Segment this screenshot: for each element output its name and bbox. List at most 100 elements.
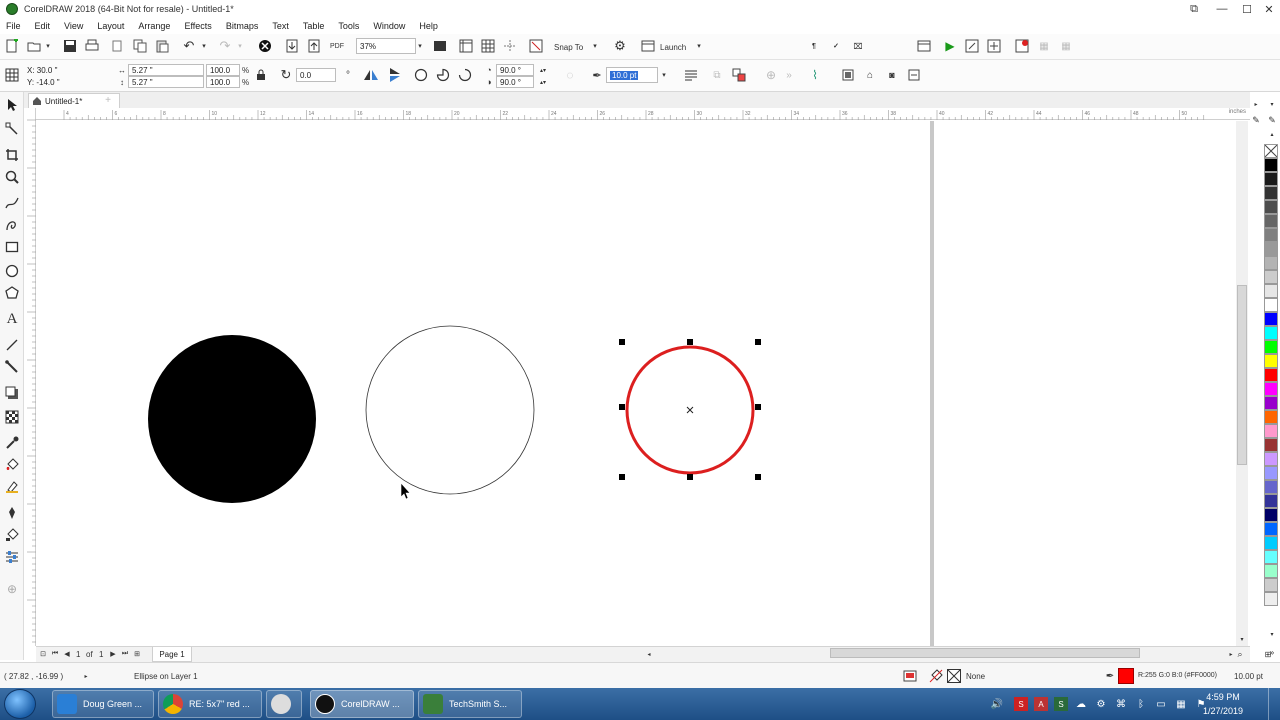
record-macro-icon[interactable] (964, 38, 980, 54)
palette-swatch[interactable] (1264, 508, 1278, 522)
color-tool-icon[interactable] (3, 526, 21, 544)
lock-ratio-icon[interactable] (254, 66, 268, 84)
tray-app-icon-6[interactable]: ⌘ (1114, 697, 1128, 711)
tray-app-icon-3[interactable]: S (1054, 697, 1068, 711)
height-field[interactable]: 5.27 " (128, 76, 204, 88)
taskbar-item-outlook[interactable]: Doug Green ... (52, 690, 154, 718)
smart-drawing-tool-icon[interactable] (3, 216, 21, 234)
ellipse-tool-icon[interactable] (3, 262, 21, 280)
end-angle-field[interactable]: 90.0 ° (496, 76, 534, 88)
change-direction-icon[interactable]: ◌ (562, 66, 578, 84)
go-first-icon[interactable]: ⏮ (50, 649, 60, 659)
paste-icon[interactable] (154, 38, 170, 54)
horizontal-scroll-thumb[interactable] (830, 648, 1140, 658)
menu-tools[interactable]: Tools (332, 21, 367, 31)
palette-swatch[interactable] (1264, 592, 1278, 606)
snap-to-label[interactable]: Snap To (554, 43, 583, 52)
palette-swatch[interactable] (1264, 214, 1278, 228)
add-tool-icon[interactable]: ⊕ (3, 580, 21, 598)
save-icon[interactable] (62, 38, 78, 54)
tray-app-icon-4[interactable]: ☁ (1074, 697, 1088, 711)
palette-scroll-up-icon[interactable]: ▴ (1266, 130, 1278, 138)
options-gear-icon[interactable]: ⚙ (612, 38, 628, 54)
smart-fill-tool-icon[interactable] (3, 478, 21, 496)
scroll-down-icon[interactable]: ▾ (1236, 634, 1248, 644)
palette-swatch[interactable] (1264, 242, 1278, 256)
battery-icon[interactable]: ▭ (1154, 697, 1168, 711)
mirror-horizontal-icon[interactable] (362, 66, 380, 84)
outline-pen-tool-icon[interactable] (3, 504, 21, 522)
palette-swatch[interactable] (1264, 550, 1278, 564)
menu-layout[interactable]: Layout (91, 21, 132, 31)
taskbar-item-chrome[interactable]: RE: 5x7" red ... (158, 690, 262, 718)
network-icon[interactable]: ▦ (1174, 697, 1188, 711)
show-grid-icon[interactable] (480, 38, 496, 54)
tray-app-icon-2[interactable]: A (1034, 697, 1048, 711)
palette-settings-icon[interactable]: ⊞ (1262, 648, 1274, 660)
palette-eyedropper-icon[interactable]: ✎ (1266, 114, 1278, 126)
palette-swatch[interactable] (1264, 466, 1278, 480)
snap-to-dropdown-icon[interactable]: ▾ (590, 38, 600, 54)
open-dropdown-icon[interactable]: ▾ (44, 38, 52, 54)
crop-tool-icon[interactable] (3, 146, 21, 164)
zoom-level-field[interactable]: 37% (356, 38, 416, 54)
arc-mode-icon[interactable] (456, 66, 474, 84)
palette-swatch[interactable] (1264, 564, 1278, 578)
taskbar-item-techsmith[interactable]: TechSmith S... (418, 690, 522, 718)
open-folder-icon[interactable] (26, 38, 42, 54)
maximize-button[interactable]: ☐ (1236, 0, 1258, 18)
palette-swatch[interactable] (1264, 298, 1278, 312)
y-position-field[interactable]: Y: -14.0 " (24, 76, 108, 88)
spell-check-icon[interactable]: ✓ (828, 38, 844, 54)
publish-pdf-icon[interactable]: PDF (328, 38, 346, 54)
zoom-dropdown-icon[interactable]: ▾ (414, 38, 426, 54)
freehand-tool-icon[interactable] (3, 194, 21, 212)
next-page-icon[interactable]: ▶ (108, 649, 118, 659)
mirror-vertical-icon[interactable] (386, 66, 404, 84)
show-rulers-icon[interactable] (458, 38, 474, 54)
palette-swatch[interactable] (1264, 536, 1278, 550)
snap-off-icon[interactable] (528, 38, 544, 54)
palette-scroll-down-icon[interactable]: ▾ (1266, 630, 1278, 638)
print-icon[interactable] (84, 38, 100, 54)
eyedropper-tool-icon[interactable] (3, 434, 21, 452)
palette-swatch[interactable] (1264, 452, 1278, 466)
palette-swatch[interactable] (1264, 158, 1278, 172)
palette-swatch[interactable] (1264, 354, 1278, 368)
volume-icon[interactable]: 🔊 (990, 697, 1004, 711)
new-tab-icon[interactable]: + (102, 94, 114, 106)
stop-recording-icon[interactable] (1014, 38, 1030, 54)
palette-swatch[interactable] (1264, 270, 1278, 284)
launch-dropdown-icon[interactable]: ▾ (694, 38, 704, 54)
palette-swatch[interactable] (1264, 522, 1278, 536)
menu-effects[interactable]: Effects (178, 21, 219, 31)
convert-to-curves-icon[interactable]: ⌇ (806, 66, 824, 84)
quick-customize-icon-3[interactable]: ◙ (884, 66, 900, 84)
search-content-icon[interactable] (256, 38, 274, 54)
palette-swatch[interactable] (1264, 340, 1278, 354)
palette-swatch[interactable] (1264, 256, 1278, 270)
outlined-circle[interactable] (365, 325, 535, 495)
transparency-tool-icon[interactable] (3, 408, 21, 426)
character-icon[interactable]: ⌧ (850, 38, 866, 54)
menu-arrange[interactable]: Arrange (132, 21, 178, 31)
parallel-dimension-tool-icon[interactable] (3, 336, 21, 354)
palette-swatch[interactable] (1264, 382, 1278, 396)
show-desktop-button[interactable] (1268, 688, 1280, 720)
first-page-icon[interactable]: ⊡ (38, 649, 48, 659)
tray-app-icon-5[interactable]: ⚙ (1094, 697, 1108, 711)
vertical-ruler[interactable] (24, 108, 36, 646)
export-icon[interactable] (306, 38, 322, 54)
pie-mode-icon[interactable] (434, 66, 452, 84)
rectangle-tool-icon[interactable] (3, 238, 21, 256)
more-options-icon[interactable]: » (782, 66, 796, 84)
status-expand-icon[interactable]: ▸ (82, 670, 90, 682)
zoom-navigator-icon[interactable]: ⌕ (1234, 648, 1246, 660)
macro-editor-icon[interactable] (986, 38, 1002, 54)
width-field[interactable]: 5.27 " (128, 64, 204, 76)
menu-edit[interactable]: Edit (29, 21, 59, 31)
new-document-icon[interactable] (4, 38, 20, 54)
page-1-tab[interactable]: Page 1 (152, 647, 192, 662)
add-node-icon[interactable]: ⊕ (762, 66, 780, 84)
pick-tool-icon[interactable] (3, 96, 21, 114)
